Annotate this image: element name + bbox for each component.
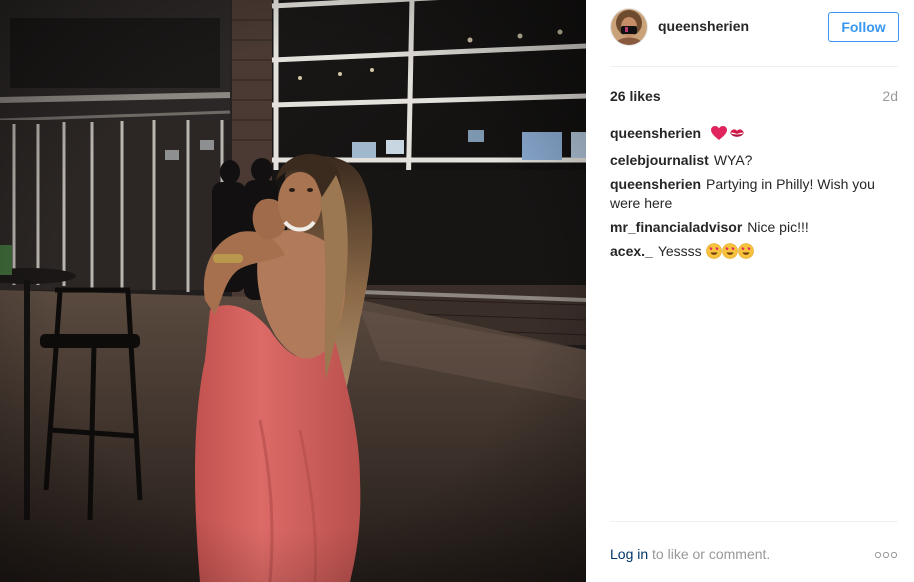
comment-item: queensherien <box>610 124 894 146</box>
post-author-link[interactable]: queensherien <box>658 18 749 34</box>
comment-item: mr_financialadvisor Nice pic!!! <box>610 218 894 237</box>
comment-text: Nice pic!!! <box>747 219 809 235</box>
comment-list: queensherien celebjournalist WYA? queensh… <box>610 124 894 269</box>
comment-item: queensherien Partying in Philly! Wish you… <box>610 175 894 213</box>
follow-button[interactable]: Follow <box>828 12 899 42</box>
heart-eyes-icon <box>721 243 738 264</box>
divider <box>610 521 898 522</box>
comment-author[interactable]: celebjournalist <box>610 152 709 168</box>
login-link[interactable]: Log in <box>610 546 648 562</box>
heart-eyes-icon <box>705 243 722 264</box>
heart-eyes-icon <box>737 243 754 264</box>
comment-text: Yessss <box>657 243 702 259</box>
login-prompt-text: to like or comment. <box>652 546 771 562</box>
post-sidebar: queensherien Follow 26 likes 2d queenshe… <box>586 0 914 582</box>
more-options-icon[interactable] <box>874 548 898 562</box>
likes-count[interactable]: 26 likes <box>610 88 661 104</box>
comment-author[interactable]: queensherien <box>610 176 701 192</box>
comment-author[interactable]: mr_financialadvisor <box>610 219 742 235</box>
post-header: queensherien Follow <box>610 8 899 48</box>
avatar[interactable] <box>610 8 648 46</box>
red-heart-icon <box>710 125 728 146</box>
login-prompt: Log in to like or comment. <box>610 546 770 562</box>
post-age: 2d <box>882 88 898 104</box>
comment-author[interactable]: queensherien <box>610 125 701 141</box>
comment-item: acex._ Yessss <box>610 242 894 264</box>
comment-author[interactable]: acex._ <box>610 243 653 259</box>
post-photo[interactable] <box>0 0 586 582</box>
divider <box>610 66 898 67</box>
kiss-mark-icon <box>728 125 746 146</box>
comment-text: WYA? <box>713 152 753 168</box>
post-frame: queensherien Follow 26 likes 2d queenshe… <box>0 0 914 582</box>
comment-item: celebjournalist WYA? <box>610 151 894 170</box>
